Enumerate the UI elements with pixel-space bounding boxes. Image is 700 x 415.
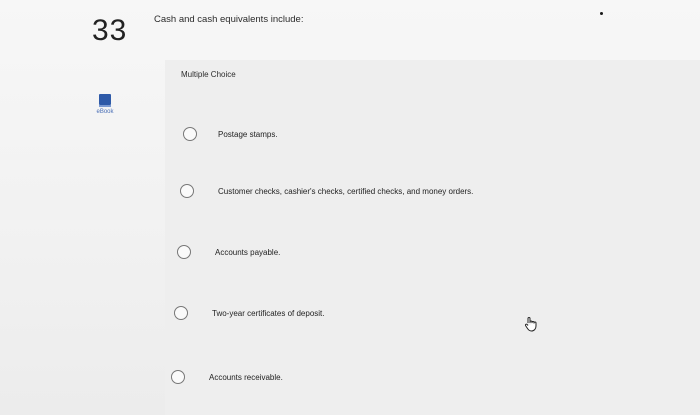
choice-option-3[interactable]: Accounts payable. [177,242,280,262]
choice-option-1[interactable]: Postage stamps. [183,124,278,144]
choice-text: Postage stamps. [218,129,278,139]
choice-text: Customer checks, cashier's checks, certi… [218,186,474,196]
choice-option-2[interactable]: Customer checks, cashier's checks, certi… [180,181,473,201]
ebook-label: eBook [96,109,114,115]
radio-button[interactable] [183,127,197,141]
ebook-link[interactable]: eBook [88,94,122,115]
radio-button[interactable] [174,306,188,320]
choice-option-5[interactable]: Accounts receivable. [171,367,283,387]
choice-text: Accounts payable. [215,247,281,257]
question-number: 33 [92,14,128,47]
quiz-page: 33 eBook Cash and cash equivalents inclu… [0,0,700,415]
choice-option-4[interactable]: Two-year certificates of deposit. [174,303,325,323]
question-area: Cash and cash equivalents include: Multi… [140,0,700,415]
stray-dot [600,12,603,15]
left-rail: 33 eBook [0,0,140,415]
multiple-choice-panel: Multiple Choice Postage stamps. Customer… [165,60,700,415]
book-icon [99,94,111,107]
radio-button[interactable] [180,184,194,198]
radio-button[interactable] [177,245,191,259]
question-type-label: Multiple Choice [181,70,236,79]
question-prompt: Cash and cash equivalents include: [154,14,304,25]
hand-pointer-icon [523,316,539,332]
choice-text: Accounts receivable. [209,372,283,382]
radio-button[interactable] [171,370,185,384]
choice-text: Two-year certificates of deposit. [212,308,325,318]
